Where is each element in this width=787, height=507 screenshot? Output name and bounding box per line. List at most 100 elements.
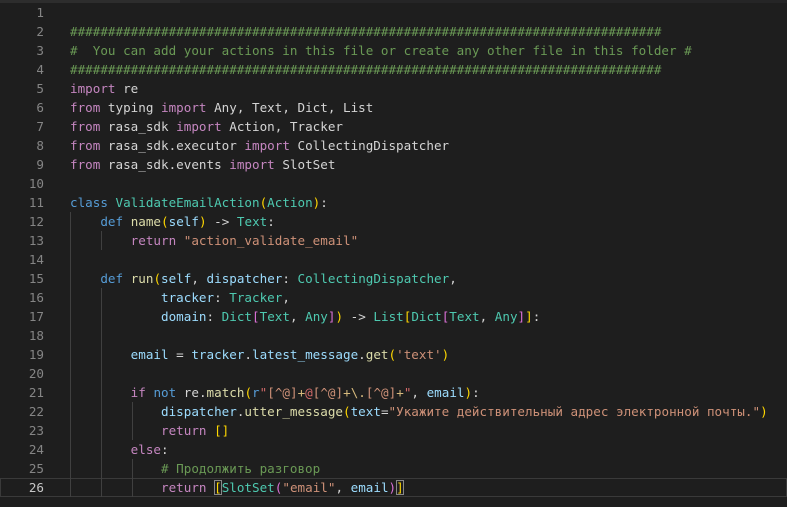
code-token: from [70,119,101,134]
code-text[interactable]: ########################################… [70,60,661,79]
code-line[interactable]: 16 tracker: Tracker, [0,288,787,307]
code-token: ValidateEmailAction [115,195,260,210]
code-line[interactable]: 11 class ValidateEmailAction(Action): [0,193,787,212]
code-line[interactable]: 14 [0,250,787,269]
code-line[interactable]: 8 from rasa_sdk.executor import Collectin… [0,136,787,155]
code-token: "Укажите действительный адрес электронно… [388,404,761,419]
code-line[interactable]: 21 if not re.match(r"[^@]+@[^@]+\.[^@]+"… [0,383,787,402]
code-token: import [244,138,290,153]
code-token: : [320,195,328,210]
code-text[interactable]: from typing import Any, Text, Dict, List [70,98,373,117]
code-line[interactable]: 1 [0,3,787,22]
code-line[interactable]: 3 # You can add your actions in this file… [0,41,787,60]
code-token: ( [161,214,169,229]
code-token: # You can add your actions in this file … [70,43,692,58]
code-text[interactable]: # You can add your actions in this file … [70,41,692,60]
line-number: 24 [28,442,44,457]
code-token: email [130,347,169,362]
code-token: from [70,157,101,172]
line-number: 21 [28,385,44,400]
code-token: -> [343,309,374,324]
code-line[interactable]: 19 email = tracker.latest_message.get('t… [0,345,787,364]
code-text[interactable]: # Продолжить разговор [70,459,320,478]
code-text[interactable]: return [] [70,421,229,440]
code-token: Text [236,214,268,229]
code-line[interactable]: 6 from typing import Any, Text, Dict, Lis… [0,98,787,117]
code-text[interactable]: ########################################… [70,22,661,41]
code-lines[interactable]: 1 2 ######################################… [0,3,787,497]
code-token: domain [161,309,207,324]
code-line[interactable]: 23 return [] [0,421,787,440]
code-text[interactable]: import re [70,79,138,98]
code-line[interactable]: 10 [0,174,787,193]
code-line[interactable]: 12 def name(self) -> Text: [0,212,787,231]
code-token: [^@] [312,385,344,400]
code-token: ) [198,214,207,229]
code-editor[interactable]: 1 2 ######################################… [0,0,787,507]
code-token: def [100,271,124,286]
line-number: 8 [36,138,44,153]
code-line[interactable]: 7 from rasa_sdk import Action, Tracker [0,117,787,136]
code-token: import [70,81,116,96]
code-text[interactable]: domain: Dict[Text, Any]) -> List[Dict[Te… [70,307,540,326]
code-token: else [130,442,162,457]
code-text[interactable]: from rasa_sdk import Action, Tracker [70,117,343,136]
line-number: 10 [28,176,44,191]
code-token: rasa_sdk.executor [100,138,245,153]
code-line[interactable]: 22 dispatcher.utter_message(text="Укажит… [0,402,787,421]
code-token: , [449,271,457,286]
code-text[interactable]: from rasa_sdk.events import SlotSet [70,155,335,174]
code-token: "email" [282,480,336,495]
code-token: return [161,423,207,438]
code-line[interactable]: 2 #######################################… [0,22,787,41]
code-token: [ [252,309,260,324]
code-text[interactable]: def run(self, dispatcher: CollectingDisp… [70,269,457,288]
code-text[interactable]: return [SlotSet("email", email)] [70,478,404,497]
code-text[interactable]: if not re.match(r"[^@]+@[^@]+\.[^@]+", e… [70,383,480,402]
code-token: : [267,214,275,229]
code-line[interactable]: 20 [0,364,787,383]
line-number: 26 [28,480,44,495]
code-token: get [365,347,389,362]
code-line[interactable]: 13 return "action_validate_email" [0,231,787,250]
code-text[interactable]: else: [70,440,169,459]
code-line[interactable]: 17 domain: Dict[Text, Any]) -> List[Dict… [0,307,787,326]
code-text[interactable]: def name(self) -> Text: [70,212,275,231]
code-line[interactable]: 5 import re [0,79,787,98]
code-token: Dict [221,309,253,324]
line-number: 25 [28,461,44,476]
code-text[interactable]: email = tracker.latest_message.get('text… [70,345,450,364]
code-line[interactable]: 4 #######################################… [0,60,787,79]
code-line[interactable]: 24 else: [0,440,787,459]
code-text[interactable]: from rasa_sdk.executor import Collecting… [70,136,449,155]
code-line[interactable]: 15 def run(self, dispatcher: CollectingD… [0,269,787,288]
code-token: ] [517,309,526,324]
code-token: , [479,309,495,324]
code-token: return [161,480,207,495]
code-text[interactable]: tracker: Tracker, [70,288,290,307]
indent-guide [101,326,102,345]
code-text[interactable]: class ValidateEmailAction(Action): [70,193,328,212]
code-line[interactable]: 26 return [SlotSet("email", email)] [0,478,787,497]
code-token: email [426,385,465,400]
code-text[interactable]: dispatcher.utter_message(text="Укажите д… [70,402,768,421]
line-number: 7 [36,119,44,134]
code-token: Action, Tracker [221,119,343,134]
code-token: -> [206,214,237,229]
code-line[interactable]: 18 [0,326,787,345]
line-number: 12 [28,214,44,229]
code-token: @ [305,385,313,400]
code-token: text [350,404,381,419]
code-text[interactable]: return "action_validate_email" [70,231,358,250]
code-line[interactable]: 9 from rasa_sdk.events import SlotSet [0,155,787,174]
line-number: 22 [28,404,44,419]
code-token: ( [244,385,253,400]
code-line[interactable]: 25 # Продолжить разговор [0,459,787,478]
code-token: : [472,385,480,400]
